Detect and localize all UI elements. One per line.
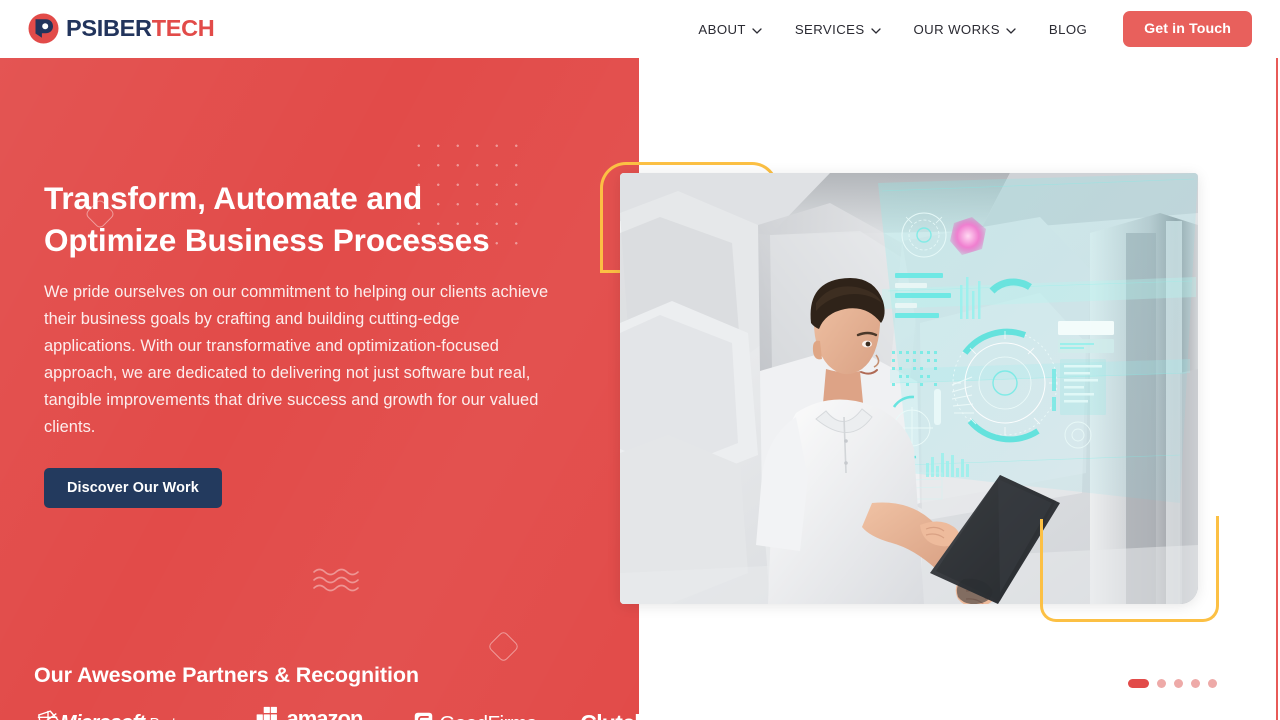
microsoft-flag-icon bbox=[36, 709, 60, 720]
amazon-web-services-logo[interactable]: amazon web services bbox=[254, 705, 363, 720]
scroll-progress-indicator[interactable] bbox=[1276, 58, 1278, 720]
hero-red-panel: Transform, Automate and Optimize Busines… bbox=[0, 58, 639, 720]
carousel-pagination bbox=[1128, 679, 1217, 688]
discover-our-work-button[interactable]: Discover Our Work bbox=[44, 468, 222, 508]
clutch-logo[interactable]: Clutch bbox=[580, 710, 639, 720]
nav-item-blog-label: BLOG bbox=[1048, 21, 1088, 37]
amazon-wordmark: amazon bbox=[286, 705, 363, 720]
chevron-down-icon bbox=[1006, 24, 1016, 34]
carousel-dot-5[interactable] bbox=[1208, 679, 1217, 688]
goodfirms-mark-icon bbox=[414, 712, 433, 720]
get-in-touch-button[interactable]: Get in Touch bbox=[1123, 11, 1252, 47]
carousel-dot-3[interactable] bbox=[1174, 679, 1183, 688]
nav-item-our-works[interactable]: OUR WORKS bbox=[897, 0, 1032, 58]
goodfirms-wordmark: GoodFirms bbox=[439, 712, 536, 720]
chevron-down-icon bbox=[870, 24, 881, 34]
carousel-dot-4[interactable] bbox=[1191, 679, 1200, 688]
nav-item-about[interactable]: ABOUT bbox=[681, 0, 777, 58]
hero-title: Transform, Automate and Optimize Busines… bbox=[44, 180, 490, 258]
hero-copy-block: Transform, Automate and Optimize Busines… bbox=[44, 177, 574, 508]
aws-boxes-icon bbox=[254, 706, 284, 720]
partner-logos-row: Microsoft Partner bbox=[34, 705, 639, 720]
psibertech-circle-p-logo-icon bbox=[28, 13, 59, 44]
goodfirms-logo[interactable]: GoodFirms bbox=[414, 712, 537, 720]
page-root: PSIBERTECH ABOUT SERVICES OUR WORKS BLOG… bbox=[0, 0, 1280, 720]
microsoft-partner-suffix: Partner bbox=[150, 716, 197, 720]
chevron-down-icon bbox=[752, 24, 762, 34]
carousel-dot-2[interactable] bbox=[1157, 679, 1166, 688]
carousel-dot-1[interactable] bbox=[1128, 679, 1149, 688]
nav-item-blog[interactable]: BLOG bbox=[1032, 0, 1104, 58]
site-header: PSIBERTECH ABOUT SERVICES OUR WORKS BLOG… bbox=[0, 0, 1280, 58]
nav-item-about-label: ABOUT bbox=[698, 21, 746, 37]
brand-wordmark: PSIBERTECH bbox=[66, 15, 215, 42]
brand-name-part1: PSIBER bbox=[66, 15, 152, 41]
brand-logo[interactable]: PSIBERTECH bbox=[28, 13, 215, 44]
nav-item-services[interactable]: SERVICES bbox=[778, 0, 897, 58]
wave-lines-decoration-icon bbox=[313, 566, 359, 594]
microsoft-wordmark: Microsoft bbox=[60, 712, 145, 720]
nav-item-our-works-label: OUR WORKS bbox=[913, 21, 1000, 37]
diamond-outline-decoration-icon bbox=[487, 630, 520, 663]
partners-title: Our Awesome Partners & Recognition bbox=[34, 663, 419, 687]
clutch-wordmark: Clutch bbox=[580, 710, 639, 720]
yellow-frame-bottom-right-decoration-icon bbox=[1040, 516, 1219, 622]
nav-item-services-label: SERVICES bbox=[794, 21, 865, 37]
partners-section: Our Awesome Partners & Recognition Micro… bbox=[34, 663, 639, 720]
hero-paragraph: We pride ourselves on our commitment to … bbox=[44, 283, 549, 436]
microsoft-partner-logo[interactable]: Microsoft Partner bbox=[36, 709, 197, 720]
main-navigation: ABOUT SERVICES OUR WORKS BLOG Get in Tou… bbox=[681, 0, 1280, 58]
brand-name-part2: TECH bbox=[151, 15, 215, 41]
